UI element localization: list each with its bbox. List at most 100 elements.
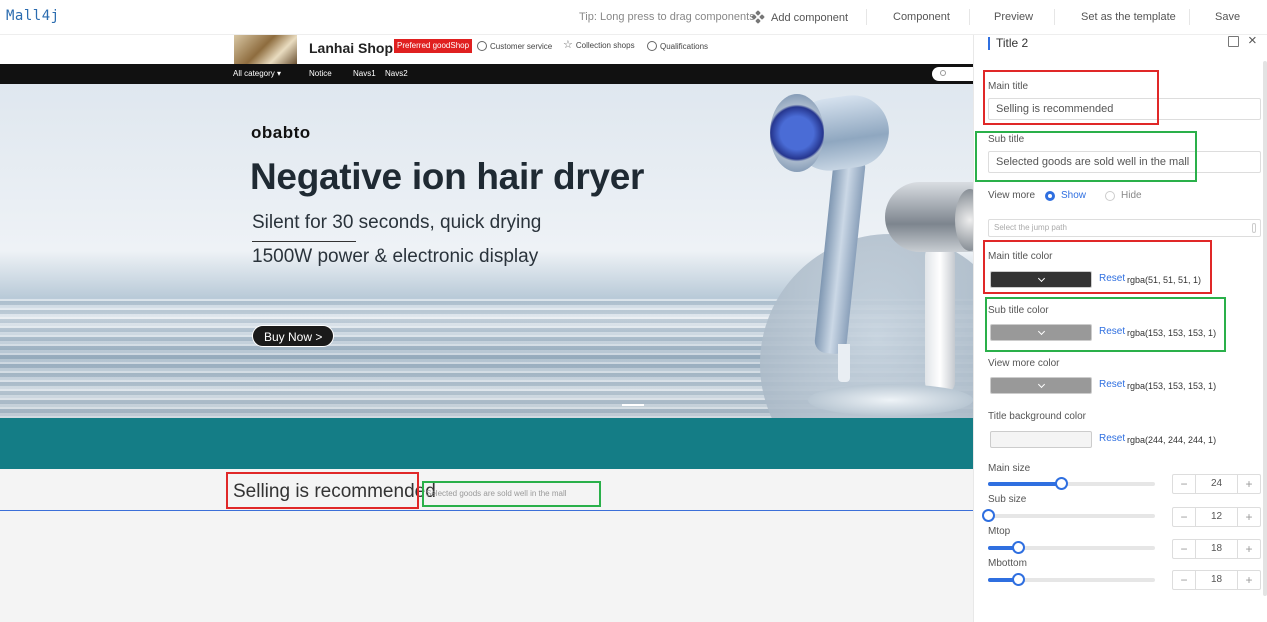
banner-headline: Negative ion hair dryer bbox=[250, 156, 645, 197]
mtop-stepper[interactable]: −18 + bbox=[1172, 539, 1261, 559]
nav-navs1[interactable]: Navs1 bbox=[353, 69, 376, 78]
main-title-color-label: Main title color bbox=[988, 251, 1053, 262]
collection-shops-link[interactable]: ☆ Collection shops bbox=[563, 40, 635, 51]
qualifications-link[interactable]: Qualifications bbox=[647, 41, 708, 51]
plus-icon[interactable]: + bbox=[1238, 475, 1260, 493]
display-stand bbox=[808, 384, 973, 416]
shop-nav-bar: All category ▾ Notice Navs1 Navs2 bbox=[0, 64, 973, 84]
main-size-stepper[interactable]: −24 + bbox=[1172, 474, 1261, 494]
chevron-down-icon bbox=[1037, 327, 1045, 335]
main-size-slider[interactable] bbox=[988, 477, 1155, 490]
panel-title: Title 2 bbox=[988, 37, 1028, 50]
customer-service-link[interactable]: Customer service bbox=[477, 41, 552, 51]
nav-search-box[interactable] bbox=[932, 67, 973, 81]
view-more-color-label: View more color bbox=[988, 358, 1060, 369]
title-bg-color-label: Title background color bbox=[988, 411, 1087, 422]
nav-navs2[interactable]: Navs2 bbox=[385, 69, 408, 78]
main-size-value[interactable]: 24 bbox=[1195, 475, 1238, 493]
set-template-button[interactable]: Set as the template bbox=[1081, 11, 1176, 23]
nav-all-category[interactable]: All category ▾ bbox=[233, 69, 281, 78]
chevron-down-icon bbox=[1037, 380, 1045, 388]
add-component-label: Add component bbox=[771, 11, 849, 24]
badge-icon bbox=[647, 41, 657, 51]
shop-name: Lanhai Shop bbox=[309, 40, 393, 56]
title-bg-color-picker[interactable] bbox=[990, 431, 1092, 448]
view-more-color-value: rgba(153, 153, 153, 1) bbox=[1127, 381, 1217, 391]
mbottom-slider[interactable] bbox=[988, 573, 1155, 586]
close-icon[interactable]: × bbox=[1248, 32, 1257, 49]
slider-fill bbox=[988, 482, 1062, 486]
headset-icon bbox=[477, 41, 487, 51]
sub-title-color-picker[interactable] bbox=[990, 324, 1092, 341]
plus-icon[interactable]: + bbox=[1238, 508, 1260, 526]
customer-service-label: Customer service bbox=[490, 41, 553, 51]
edit-icon[interactable] bbox=[1228, 36, 1239, 47]
page-canvas: Lanhai Shop Preferred goodShop Customer … bbox=[0, 35, 973, 622]
qualifications-label: Qualifications bbox=[660, 41, 709, 51]
slider-handle[interactable] bbox=[982, 509, 995, 522]
sub-size-slider[interactable] bbox=[982, 509, 1155, 522]
jump-path-select[interactable]: Select the jump path bbox=[988, 219, 1261, 237]
hair-dryer-image bbox=[770, 94, 824, 172]
mtop-slider[interactable] bbox=[988, 541, 1155, 554]
sub-size-label: Sub size bbox=[988, 494, 1027, 505]
plus-icon[interactable]: + bbox=[1238, 540, 1260, 558]
hair-dryer-image bbox=[838, 344, 850, 382]
preview-button[interactable]: Preview bbox=[994, 11, 1033, 23]
buy-now-button[interactable]: Buy Now > bbox=[252, 325, 335, 347]
select-handle-icon bbox=[1252, 223, 1256, 233]
teal-divider-block bbox=[0, 418, 973, 469]
sub-title-input[interactable] bbox=[988, 151, 1261, 173]
jump-path-placeholder: Select the jump path bbox=[994, 223, 1067, 232]
view-more-hide-radio[interactable]: Hide bbox=[1105, 190, 1142, 201]
slider-handle[interactable] bbox=[1012, 573, 1026, 586]
sub-title-color-reset[interactable]: Reset bbox=[1099, 326, 1125, 337]
sub-title-color-value: rgba(153, 153, 153, 1) bbox=[1127, 328, 1217, 338]
toolbar-divider bbox=[1054, 9, 1055, 25]
section-main-title: Selling is recommended bbox=[233, 481, 436, 502]
minus-icon[interactable]: − bbox=[1173, 508, 1195, 526]
main-title-input[interactable] bbox=[988, 98, 1261, 120]
sub-title-label: Sub title bbox=[988, 134, 1025, 145]
mbottom-value[interactable]: 18 bbox=[1195, 571, 1238, 589]
view-more-color-reset[interactable]: Reset bbox=[1099, 379, 1125, 390]
view-more-label: View more bbox=[988, 190, 1036, 201]
carousel-indicator[interactable] bbox=[622, 404, 644, 406]
shop-logo-image bbox=[234, 35, 297, 64]
brand-logo-text: obabto bbox=[251, 123, 311, 142]
view-more-color-picker[interactable] bbox=[990, 377, 1092, 394]
save-button[interactable]: Save bbox=[1215, 11, 1240, 23]
nav-notice[interactable]: Notice bbox=[309, 69, 332, 78]
title-bg-color-reset[interactable]: Reset bbox=[1099, 433, 1125, 444]
panel-scrollbar[interactable] bbox=[1263, 61, 1267, 596]
banner-underline bbox=[252, 241, 356, 242]
drag-tip: Tip: Long press to drag components bbox=[579, 11, 755, 23]
sub-size-stepper[interactable]: −12 + bbox=[1172, 507, 1261, 527]
main-size-label: Main size bbox=[988, 463, 1031, 474]
mbottom-label: Mbottom bbox=[988, 558, 1027, 569]
title-bg-color-value: rgba(244, 244, 244, 1) bbox=[1127, 435, 1217, 445]
mtop-label: Mtop bbox=[988, 526, 1011, 537]
mtop-value[interactable]: 18 bbox=[1195, 540, 1238, 558]
main-title-color-picker[interactable] bbox=[990, 271, 1092, 288]
mbottom-stepper[interactable]: −18 + bbox=[1172, 570, 1261, 590]
view-more-show-radio[interactable]: Show bbox=[1045, 190, 1086, 201]
main-title-color-reset[interactable]: Reset bbox=[1099, 273, 1125, 284]
shop-header[interactable]: Lanhai Shop Preferred goodShop Customer … bbox=[0, 35, 973, 64]
plus-icon[interactable]: + bbox=[1238, 571, 1260, 589]
slider-handle[interactable] bbox=[1055, 477, 1069, 490]
add-component-button[interactable]: Add component bbox=[751, 10, 849, 24]
hero-banner[interactable]: obabto Negative ion hair dryer Silent fo… bbox=[0, 84, 973, 418]
minus-icon[interactable]: − bbox=[1173, 540, 1195, 558]
toolbar-divider bbox=[1189, 9, 1190, 25]
minus-icon[interactable]: − bbox=[1173, 571, 1195, 589]
minus-icon[interactable]: − bbox=[1173, 475, 1195, 493]
hide-option-label: Hide bbox=[1121, 190, 1142, 201]
sub-title-color-label: Sub title color bbox=[988, 305, 1049, 316]
slider-handle[interactable] bbox=[1012, 541, 1026, 554]
sub-size-value[interactable]: 12 bbox=[1195, 508, 1238, 526]
component-tab[interactable]: Component bbox=[893, 11, 950, 23]
app-logo: Mall4j bbox=[6, 8, 60, 24]
toolbar-divider bbox=[969, 9, 970, 25]
title-component[interactable]: Selling is recommended Selected goods ar… bbox=[0, 469, 973, 511]
